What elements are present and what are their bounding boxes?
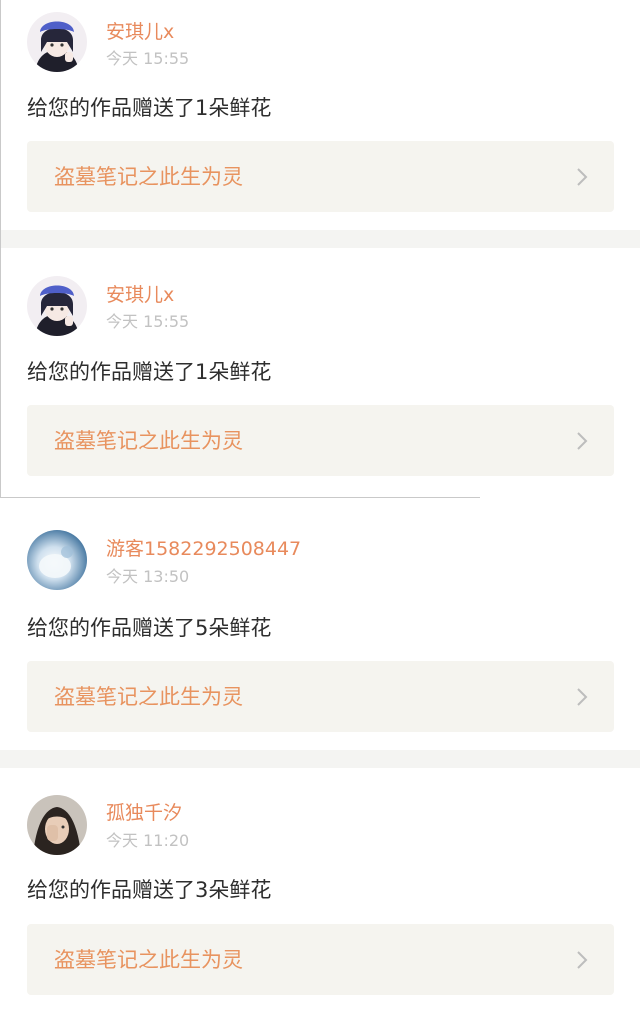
- username[interactable]: 安琪儿x: [106, 21, 174, 43]
- chevron-right-icon: [577, 688, 588, 706]
- gift-message: 给您的作品赠送了1朵鲜花: [27, 360, 272, 384]
- chevron-right-icon: [577, 168, 588, 186]
- timestamp: 今天 13:50: [106, 567, 190, 586]
- notification-card: 游客1582292508447 今天 13:50 给您的作品赠送了5朵鲜花 盗墓…: [0, 498, 640, 750]
- work-link[interactable]: 盗墓笔记之此生为灵: [27, 924, 614, 995]
- card-separator: [0, 230, 640, 248]
- notification-card: 安琪儿x 今天 15:55 给您的作品赠送了1朵鲜花 盗墓笔记之此生为灵: [0, 248, 640, 497]
- anime-girl-avatar-icon[interactable]: [27, 12, 87, 72]
- chevron-right-icon: [577, 432, 588, 450]
- work-link[interactable]: 盗墓笔记之此生为灵: [27, 405, 614, 476]
- card-separator: [0, 750, 640, 768]
- gift-message: 给您的作品赠送了1朵鲜花: [27, 96, 272, 120]
- work-title: 盗墓笔记之此生为灵: [54, 165, 243, 189]
- notification-card: 安琪儿x 今天 15:55 给您的作品赠送了1朵鲜花 盗墓笔记之此生为灵: [0, 0, 640, 230]
- notification-feed: 安琪儿x 今天 15:55 给您的作品赠送了1朵鲜花 盗墓笔记之此生为灵 安琪儿: [0, 0, 640, 1010]
- username[interactable]: 游客1582292508447: [106, 538, 301, 560]
- work-title: 盗墓笔记之此生为灵: [54, 429, 243, 453]
- work-title: 盗墓笔记之此生为灵: [54, 685, 243, 709]
- blue-cloud-avatar-icon[interactable]: [27, 530, 87, 590]
- photo-girl-avatar-icon[interactable]: [27, 795, 87, 855]
- anime-girl-avatar-icon[interactable]: [27, 276, 87, 336]
- notification-card: 孤独千汐 今天 11:20 给您的作品赠送了3朵鲜花 盗墓笔记之此生为灵: [0, 768, 640, 1010]
- work-link[interactable]: 盗墓笔记之此生为灵: [27, 661, 614, 732]
- gift-message: 给您的作品赠送了5朵鲜花: [27, 616, 272, 640]
- gift-message: 给您的作品赠送了3朵鲜花: [27, 878, 272, 902]
- left-border: [0, 0, 1, 497]
- work-title: 盗墓笔记之此生为灵: [54, 948, 243, 972]
- timestamp: 今天 11:20: [106, 831, 190, 850]
- username[interactable]: 安琪儿x: [106, 284, 174, 306]
- work-link[interactable]: 盗墓笔记之此生为灵: [27, 141, 614, 212]
- username[interactable]: 孤独千汐: [106, 802, 182, 824]
- chevron-right-icon: [577, 951, 588, 969]
- timestamp: 今天 15:55: [106, 49, 190, 68]
- timestamp: 今天 15:55: [106, 312, 190, 331]
